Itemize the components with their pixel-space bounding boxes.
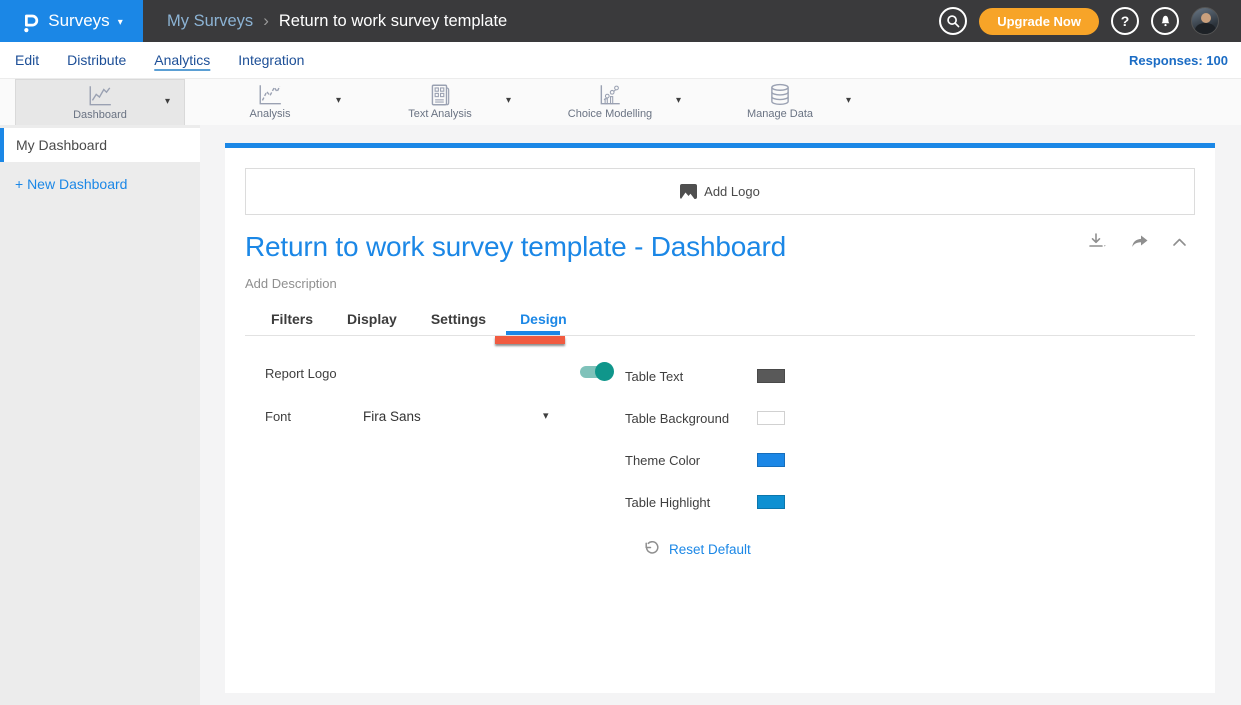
report-logo-label: Report Logo	[265, 366, 337, 381]
toolbar-item-analysis[interactable]: Analysis ▾	[185, 79, 355, 126]
trend-chart-icon	[185, 83, 355, 107]
font-label: Font	[265, 409, 291, 424]
tab-design[interactable]: Design	[520, 311, 567, 327]
nav-item-analytics[interactable]: Analytics	[154, 52, 210, 68]
question-mark-icon: ?	[1121, 13, 1130, 29]
theme-color-swatch[interactable]	[757, 453, 785, 467]
user-avatar[interactable]	[1191, 7, 1219, 35]
new-dashboard-button[interactable]: + New Dashboard	[15, 176, 127, 192]
table-text-label: Table Text	[625, 369, 683, 384]
dashboard-header-actions	[1088, 233, 1187, 250]
news-grid-icon	[355, 83, 525, 107]
reset-default-label: Reset Default	[669, 542, 751, 557]
help-button[interactable]: ?	[1111, 7, 1139, 35]
upgrade-now-button[interactable]: Upgrade Now	[979, 8, 1099, 35]
avatar-shoulders	[1195, 23, 1216, 35]
toolbar-item-label: Dashboard	[16, 109, 184, 121]
card-accent-bar	[225, 143, 1215, 148]
app-window: Surveys ▾ My Surveys › Return to work su…	[0, 0, 1241, 705]
toolbar-item-text-analysis[interactable]: Text Analysis ▾	[355, 79, 525, 126]
nav-item-distribute[interactable]: Distribute	[67, 52, 126, 68]
topbar-actions: Upgrade Now ?	[939, 7, 1241, 35]
breadcrumb-my-surveys[interactable]: My Surveys	[167, 12, 253, 31]
chevron-down-icon: ▾	[118, 17, 123, 28]
toolbar-item-label: Choice Modelling	[525, 108, 695, 120]
nav-item-edit[interactable]: Edit	[15, 52, 39, 68]
chevron-down-icon[interactable]: ▾	[336, 95, 341, 106]
avatar-face	[1201, 13, 1211, 23]
toolbar-item-label: Text Analysis	[355, 108, 525, 120]
active-tab-underline	[506, 331, 560, 335]
chevron-down-icon[interactable]: ▾	[506, 95, 511, 106]
theme-color-label: Theme Color	[625, 453, 700, 468]
analytics-toolbar: Dashboard ▾ Analysis ▾ Text Analysis ▾ C…	[0, 78, 1241, 125]
product-switcher[interactable]: Surveys ▾	[0, 0, 143, 42]
table-background-swatch[interactable]	[757, 411, 785, 425]
dot-line-chart-icon	[525, 83, 695, 107]
reset-icon	[643, 541, 659, 557]
table-highlight-swatch[interactable]	[757, 495, 785, 509]
tabs-divider	[245, 335, 1195, 336]
notifications-button[interactable]	[1151, 7, 1179, 35]
questionpro-logo-icon	[20, 9, 40, 34]
sidebar-item-my-dashboard[interactable]: My Dashboard	[0, 128, 200, 162]
settings-tabs: Filters Display Settings Design	[225, 311, 567, 327]
top-bar: Surveys ▾ My Surveys › Return to work su…	[0, 0, 1241, 42]
collapse-button[interactable]	[1172, 237, 1187, 247]
survey-nav-links: Edit Distribute Analytics Integration	[0, 52, 304, 68]
database-icon	[695, 83, 865, 107]
tab-settings[interactable]: Settings	[431, 311, 486, 327]
font-select[interactable]: Fira Sans	[363, 409, 421, 424]
responses-count[interactable]: Responses: 100	[1129, 53, 1241, 68]
bell-icon	[1158, 13, 1173, 29]
sidebar-item-label: My Dashboard	[16, 137, 107, 153]
chevron-down-icon[interactable]: ▾	[846, 95, 851, 106]
toolbar-item-manage-data[interactable]: Manage Data ▾	[695, 79, 865, 126]
add-logo-dropzone[interactable]: Add Logo	[245, 168, 1195, 215]
product-name: Surveys	[48, 11, 109, 31]
click-highlight-annotation	[495, 336, 565, 344]
add-description-field[interactable]: Add Description	[245, 276, 337, 291]
chevron-down-icon[interactable]: ▾	[165, 96, 170, 107]
toggle-knob	[595, 362, 614, 381]
tab-filters[interactable]: Filters	[271, 311, 313, 327]
line-chart-icon	[16, 84, 184, 108]
download-button[interactable]	[1088, 233, 1107, 250]
search-icon	[946, 14, 961, 29]
toolbar-item-choice-modelling[interactable]: Choice Modelling ▾	[525, 79, 695, 126]
survey-nav: Edit Distribute Analytics Integration Re…	[0, 42, 1241, 78]
chevron-down-icon[interactable]: ▾	[676, 95, 681, 106]
breadcrumb: My Surveys › Return to work survey templ…	[167, 11, 939, 31]
chevron-down-icon[interactable]: ▾	[543, 409, 549, 422]
breadcrumb-current: Return to work survey template	[279, 12, 507, 31]
dashboard-card: Add Logo Return to work survey template …	[225, 143, 1215, 693]
tab-display[interactable]: Display	[347, 311, 397, 327]
share-button[interactable]	[1130, 234, 1149, 250]
dashboard-sidebar: My Dashboard + New Dashboard	[0, 125, 200, 705]
toolbar-item-label: Manage Data	[695, 108, 865, 120]
toolbar-item-dashboard[interactable]: Dashboard ▾	[15, 79, 185, 126]
toolbar-item-label: Analysis	[185, 108, 355, 120]
add-logo-label: Add Logo	[704, 184, 760, 199]
table-text-swatch[interactable]	[757, 369, 785, 383]
report-logo-toggle[interactable]	[580, 366, 613, 378]
dashboard-title[interactable]: Return to work survey template - Dashboa…	[245, 231, 786, 263]
search-button[interactable]	[939, 7, 967, 35]
image-icon	[680, 184, 697, 199]
reset-default-button[interactable]: Reset Default	[643, 541, 751, 557]
nav-item-integration[interactable]: Integration	[238, 52, 304, 68]
table-background-label: Table Background	[625, 411, 729, 426]
table-highlight-label: Table Highlight	[625, 495, 710, 510]
breadcrumb-separator: ›	[263, 11, 269, 31]
